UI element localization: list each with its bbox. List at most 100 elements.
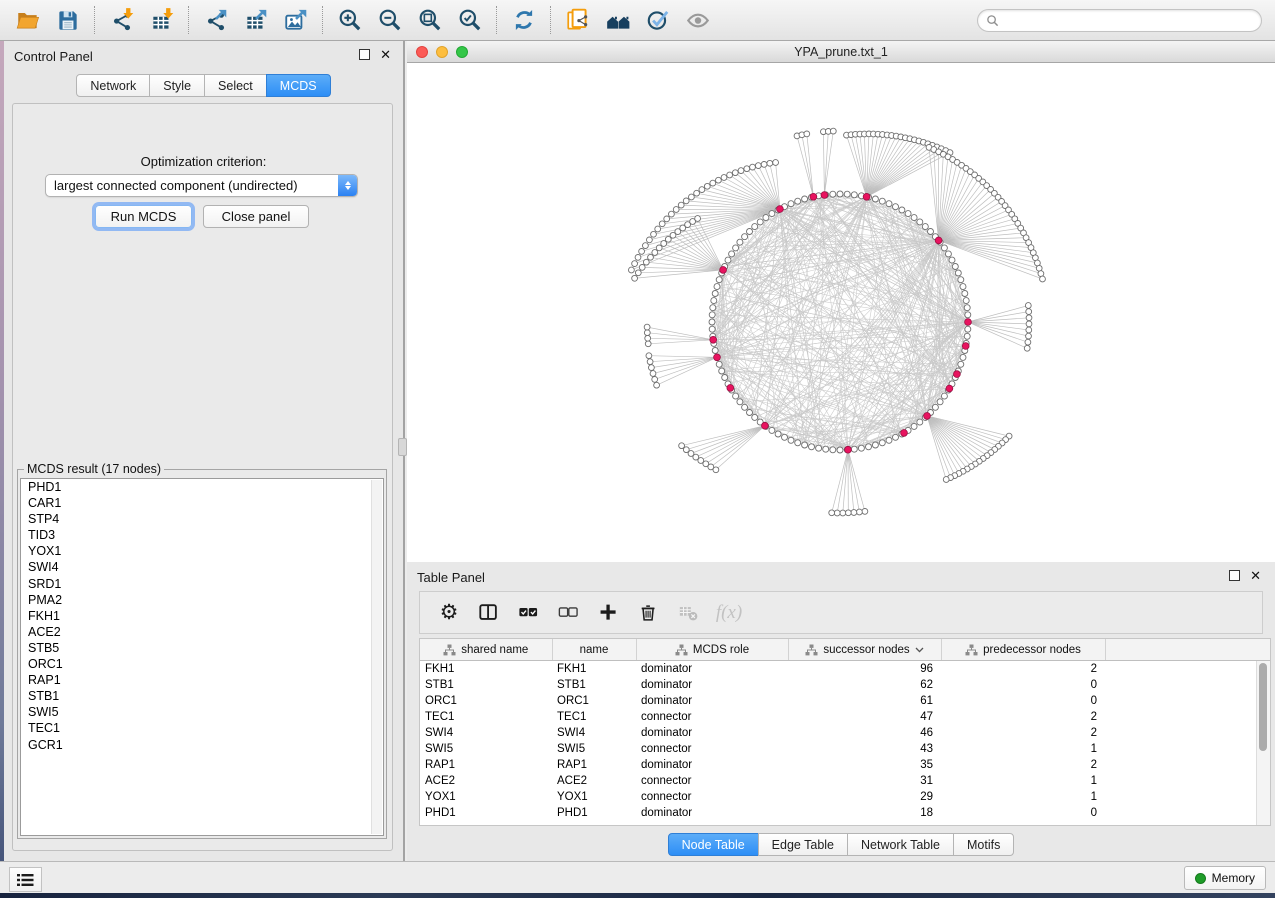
mcds-result-item[interactable]: PMA2 [21, 592, 383, 608]
table-cell[interactable]: ACE2 [420, 773, 552, 789]
network-canvas[interactable] [407, 63, 1275, 562]
close-panel-icon[interactable]: ✕ [380, 50, 391, 60]
column-header-successor-nodes[interactable]: successor nodes [788, 639, 941, 661]
table-cell[interactable]: STB1 [552, 677, 636, 693]
table-cell[interactable]: YOX1 [420, 789, 552, 805]
table-cell[interactable]: 2 [941, 725, 1105, 741]
table-cell[interactable]: PHD1 [420, 805, 552, 821]
table-cell[interactable]: connector [636, 789, 788, 805]
table-cell[interactable]: 0 [941, 805, 1105, 821]
table-row[interactable]: PHD1PHD1dominator180 [420, 805, 1270, 821]
deselect-all-icon[interactable] [552, 596, 586, 630]
search-field[interactable] [977, 9, 1262, 32]
tab-select[interactable]: Select [204, 74, 267, 97]
table-cell[interactable]: dominator [636, 725, 788, 741]
table-cell[interactable]: 31 [788, 773, 941, 789]
table-scrollbar-thumb[interactable] [1259, 663, 1267, 751]
mcds-result-item[interactable]: SWI4 [21, 559, 383, 575]
table-cell[interactable]: FKH1 [420, 661, 552, 678]
table-row[interactable]: RAP1RAP1dominator352 [420, 757, 1270, 773]
table-cell[interactable]: 1 [941, 741, 1105, 757]
table-cell[interactable]: dominator [636, 677, 788, 693]
table-cell[interactable]: SWI4 [552, 725, 636, 741]
mcds-result-item[interactable]: STP4 [21, 511, 383, 527]
table-cell[interactable]: 43 [788, 741, 941, 757]
table-cell[interactable]: 61 [788, 693, 941, 709]
table-cell[interactable]: 0 [941, 677, 1105, 693]
tab-edge-table[interactable]: Edge Table [758, 833, 848, 856]
column-header-MCDS-role[interactable]: MCDS role [636, 639, 788, 661]
table-cell[interactable]: PHD1 [552, 805, 636, 821]
mcds-result-item[interactable]: STB1 [21, 688, 383, 704]
mcds-result-item[interactable]: SWI5 [21, 704, 383, 720]
table-cell[interactable]: ORC1 [552, 693, 636, 709]
table-cell[interactable]: connector [636, 709, 788, 725]
tab-network-table[interactable]: Network Table [847, 833, 954, 856]
table-cell[interactable]: 29 [788, 789, 941, 805]
table-cell[interactable]: 2 [941, 757, 1105, 773]
table-cell[interactable]: dominator [636, 757, 788, 773]
export-table-icon[interactable] [236, 3, 276, 37]
table-row[interactable]: ORC1ORC1dominator610 [420, 693, 1270, 709]
search-input[interactable] [999, 11, 1261, 31]
table-row[interactable]: TEC1TEC1connector472 [420, 709, 1270, 725]
tab-network[interactable]: Network [76, 74, 150, 97]
table-cell[interactable]: 46 [788, 725, 941, 741]
table-row[interactable]: ACE2ACE2connector311 [420, 773, 1270, 789]
network-window-titlebar[interactable]: YPA_prune.txt_1 [407, 41, 1275, 63]
table-cell[interactable]: RAP1 [420, 757, 552, 773]
mcds-result-list[interactable]: PHD1CAR1STP4TID3YOX1SWI4SRD1PMA2FKH1ACE2… [20, 478, 384, 836]
add-column-icon[interactable] [592, 596, 626, 630]
table-cell[interactable]: 1 [941, 789, 1105, 805]
table-cell[interactable]: 35 [788, 757, 941, 773]
tab-mcds[interactable]: MCDS [266, 74, 331, 97]
import-network-icon[interactable] [102, 3, 142, 37]
export-image-icon[interactable] [276, 3, 316, 37]
table-cell[interactable]: 0 [941, 693, 1105, 709]
delete-column-icon[interactable] [632, 596, 666, 630]
zoom-selected-icon[interactable] [450, 3, 490, 37]
mcds-result-item[interactable]: RAP1 [21, 672, 383, 688]
mcds-result-item[interactable]: ORC1 [21, 656, 383, 672]
table-cell[interactable]: 2 [941, 661, 1105, 678]
table-cell[interactable]: 18 [788, 805, 941, 821]
zoom-fit-icon[interactable] [410, 3, 450, 37]
table-cell[interactable]: 1 [941, 773, 1105, 789]
save-icon[interactable] [48, 3, 88, 37]
table-cell[interactable]: dominator [636, 693, 788, 709]
run-mcds-button[interactable]: Run MCDS [95, 205, 192, 228]
float-panel-icon[interactable] [1229, 570, 1240, 581]
column-header-name[interactable]: name [552, 639, 636, 661]
table-cell[interactable]: FKH1 [552, 661, 636, 678]
mcds-list-scrollbar[interactable] [371, 480, 382, 834]
mcds-result-item[interactable]: YOX1 [21, 543, 383, 559]
table-cell[interactable]: 62 [788, 677, 941, 693]
select-all-icon[interactable] [512, 596, 546, 630]
table-cell[interactable]: 96 [788, 661, 941, 678]
memory-button[interactable]: Memory [1184, 866, 1266, 890]
gear-icon[interactable]: ⚙ [432, 596, 466, 630]
table-cell[interactable]: YOX1 [552, 789, 636, 805]
table-row[interactable]: YOX1YOX1connector291 [420, 789, 1270, 805]
open-folder-icon[interactable] [8, 3, 48, 37]
float-panel-icon[interactable] [359, 49, 370, 60]
table-row[interactable]: FKH1FKH1dominator962 [420, 661, 1270, 678]
mcds-result-item[interactable]: TID3 [21, 527, 383, 543]
table-cell[interactable]: ORC1 [420, 693, 552, 709]
table-cell[interactable]: SWI4 [420, 725, 552, 741]
table-cell[interactable]: TEC1 [420, 709, 552, 725]
table-cell[interactable]: SWI5 [420, 741, 552, 757]
columns-icon[interactable] [472, 596, 506, 630]
import-table-icon[interactable] [142, 3, 182, 37]
table-cell[interactable]: STB1 [420, 677, 552, 693]
houses-icon[interactable] [598, 3, 638, 37]
tab-node-table[interactable]: Node Table [668, 833, 759, 856]
table-cell[interactable]: TEC1 [552, 709, 636, 725]
export-network-icon[interactable] [196, 3, 236, 37]
close-panel-button[interactable]: Close panel [203, 205, 309, 228]
tab-style[interactable]: Style [149, 74, 205, 97]
table-cell[interactable]: 47 [788, 709, 941, 725]
document-network-icon[interactable] [558, 3, 598, 37]
column-header-predecessor-nodes[interactable]: predecessor nodes [941, 639, 1105, 661]
table-cell[interactable]: connector [636, 741, 788, 757]
